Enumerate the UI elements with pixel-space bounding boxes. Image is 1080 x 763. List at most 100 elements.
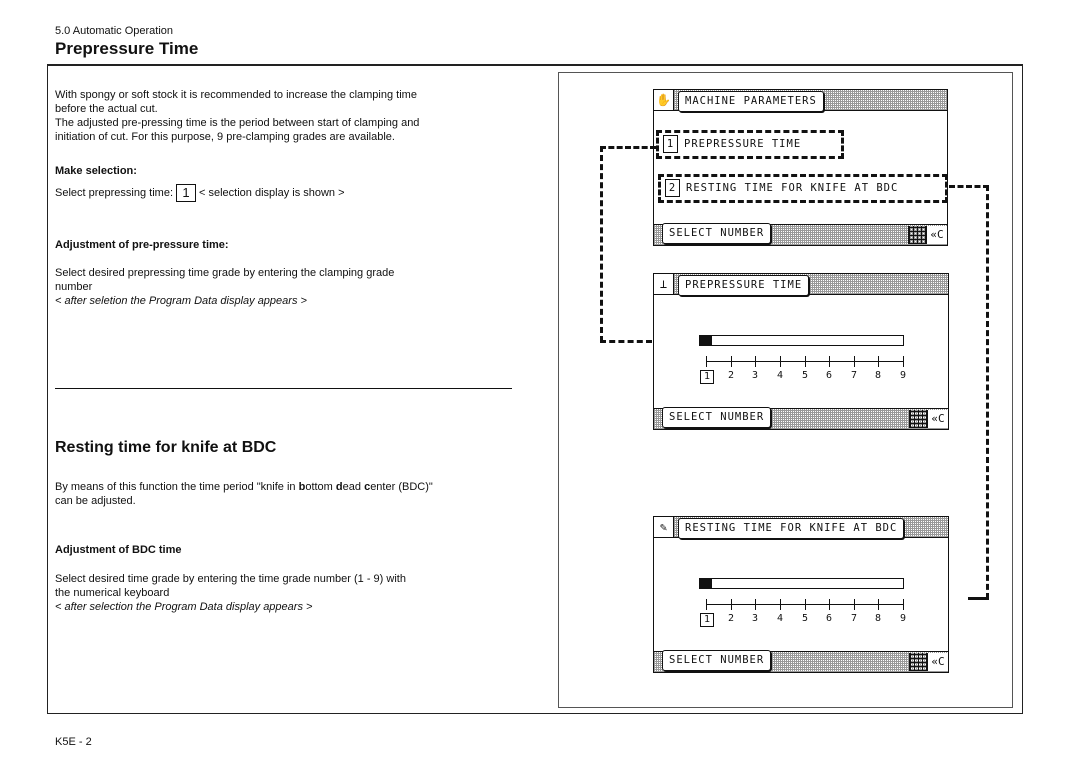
screen-title: RESTING TIME FOR KNIFE AT BDC: [678, 518, 905, 539]
scale-tick: [829, 356, 830, 367]
prepressure-intro: With spongy or soft stock it is recommen…: [55, 88, 419, 144]
clear-button[interactable]: «C: [927, 653, 948, 671]
level-fill: [700, 336, 712, 345]
scale-tick: [903, 599, 904, 610]
select-suffix: < selection display is shown >: [199, 187, 345, 199]
intro-line: initiation of cut. For this purpose, 9 p…: [55, 131, 395, 143]
keypad-icon[interactable]: [908, 226, 927, 244]
grade-8[interactable]: 8: [872, 370, 884, 381]
adjust-note: < after selection the Program Data displ…: [55, 601, 313, 613]
resting-time-screen: ✎ RESTING TIME FOR KNIFE AT BDC 12 3 4 5 6 7 8…: [653, 516, 949, 673]
scale-tick: [731, 599, 732, 610]
clear-button[interactable]: «C: [926, 226, 947, 244]
grade-2[interactable]: 2: [725, 613, 737, 624]
grade-4[interactable]: 4: [774, 370, 786, 381]
hand-knife-icon: ✋: [654, 90, 674, 110]
text: ead: [342, 481, 365, 493]
make-selection-heading: Make selection:: [55, 165, 137, 177]
adjust-line: Select desired time grade by entering th…: [55, 573, 406, 585]
connector-line: [949, 185, 989, 188]
section-divider: [55, 388, 512, 389]
grade-6[interactable]: 6: [823, 613, 835, 624]
adjust-prepressure-text: Select desired prepressing time grade by…: [55, 266, 394, 308]
option-number: 1: [663, 135, 678, 153]
grade-8[interactable]: 8: [872, 613, 884, 624]
scale-tick: [755, 599, 756, 610]
scale-tick: [878, 356, 879, 367]
text: enter (BDC)": [370, 481, 433, 493]
option-label: PREPRESSURE TIME: [684, 138, 802, 150]
grade-7[interactable]: 7: [848, 613, 860, 624]
page-title: Prepressure Time: [55, 39, 199, 58]
grade-5[interactable]: 5: [799, 613, 811, 624]
scale-tick: [854, 599, 855, 610]
adjust-line: the numerical keyboard: [55, 587, 170, 599]
scale-tick: [829, 599, 830, 610]
grade-9[interactable]: 9: [897, 613, 909, 624]
scale-tick: [706, 356, 707, 367]
screen-title: PREPRESSURE TIME: [678, 275, 810, 296]
connector-line: [968, 597, 989, 600]
bdc-desc-line: can be adjusted.: [55, 495, 136, 507]
scale-tick: [854, 356, 855, 367]
grade-6[interactable]: 6: [823, 370, 835, 381]
connector-line: [600, 146, 603, 342]
bdc-desc-line: By means of this function the time perio…: [55, 480, 433, 494]
text: ottom: [305, 481, 336, 493]
scale-tick: [878, 599, 879, 610]
bdc-heading: Resting time for knife at BDC: [55, 439, 277, 456]
connector-line: [600, 340, 652, 343]
intro-line: The adjusted pre-pressing time is the pe…: [55, 117, 420, 129]
select-number-prompt: SELECT NUMBER: [662, 223, 772, 244]
keypad-icon[interactable]: [909, 653, 928, 671]
intro-line: With spongy or soft stock it is recommen…: [55, 89, 417, 101]
select-number-prompt: SELECT NUMBER: [662, 407, 772, 428]
option-resting-time[interactable]: 2 RESTING TIME FOR KNIFE AT BDC: [658, 174, 948, 203]
screen-title: MACHINE PARAMETERS: [678, 91, 824, 112]
machine-parameters-screen: ✋ MACHINE PARAMETERS 1 PREPRESSURE TIME 2…: [653, 89, 948, 246]
grade-5[interactable]: 5: [799, 370, 811, 381]
grade-7[interactable]: 7: [848, 370, 860, 381]
adjust-bdc-heading: Adjustment of BDC time: [55, 544, 182, 556]
scale-tick: [903, 356, 904, 367]
adjust-line: Select desired prepressing time grade by…: [55, 267, 395, 279]
section-label: 5.0 Automatic Operation: [55, 25, 174, 37]
grade-9[interactable]: 9: [897, 370, 909, 381]
option-prepressure-time[interactable]: 1 PREPRESSURE TIME: [656, 130, 844, 159]
grade-1[interactable]: 1: [700, 613, 714, 627]
bdc-description: By means of this function the time perio…: [55, 480, 433, 508]
adjust-prepressure-heading: Adjustment of pre-pressure time:: [55, 239, 229, 251]
level-fill: [700, 579, 712, 588]
prepressure-level-bar: [699, 335, 904, 346]
scale-tick: [780, 599, 781, 610]
clamp-icon: ⊥: [654, 274, 674, 294]
scale-tick: [731, 356, 732, 367]
connector-line: [986, 185, 989, 599]
intro-line: before the actual cut.: [55, 103, 158, 115]
grade-4[interactable]: 4: [774, 613, 786, 624]
knife-icon: ✎: [654, 517, 674, 537]
clear-button[interactable]: «C: [927, 410, 948, 428]
grade-3[interactable]: 3: [749, 613, 761, 624]
keypad-icon[interactable]: [909, 410, 928, 428]
text: d: [335, 481, 343, 493]
scale-tick: [805, 356, 806, 367]
scale-tick: [805, 599, 806, 610]
option-number: 2: [665, 179, 680, 197]
connector-line: [600, 146, 656, 149]
prepressure-time-screen: ⊥ PREPRESSURE TIME 12 3 4 5 6 7 8 9 SELECT NUMB…: [653, 273, 949, 430]
scale-tick: [706, 599, 707, 610]
resting-level-bar: [699, 578, 904, 589]
key-1: 1: [176, 184, 196, 203]
scale-tick: [755, 356, 756, 367]
scale-tick: [780, 356, 781, 367]
grade-2[interactable]: 2: [725, 370, 737, 381]
page-number: K5E - 2: [55, 736, 92, 748]
adjust-bdc-text: Select desired time grade by entering th…: [55, 572, 406, 614]
text: By means of this function the time perio…: [55, 481, 299, 493]
grade-1[interactable]: 1: [700, 370, 714, 384]
select-instruction: Select prepressing time: 1 < selection dis…: [55, 184, 345, 203]
select-number-prompt: SELECT NUMBER: [662, 650, 772, 671]
grade-3[interactable]: 3: [749, 370, 761, 381]
adjust-note: < after seletion the Program Data displa…: [55, 295, 307, 307]
